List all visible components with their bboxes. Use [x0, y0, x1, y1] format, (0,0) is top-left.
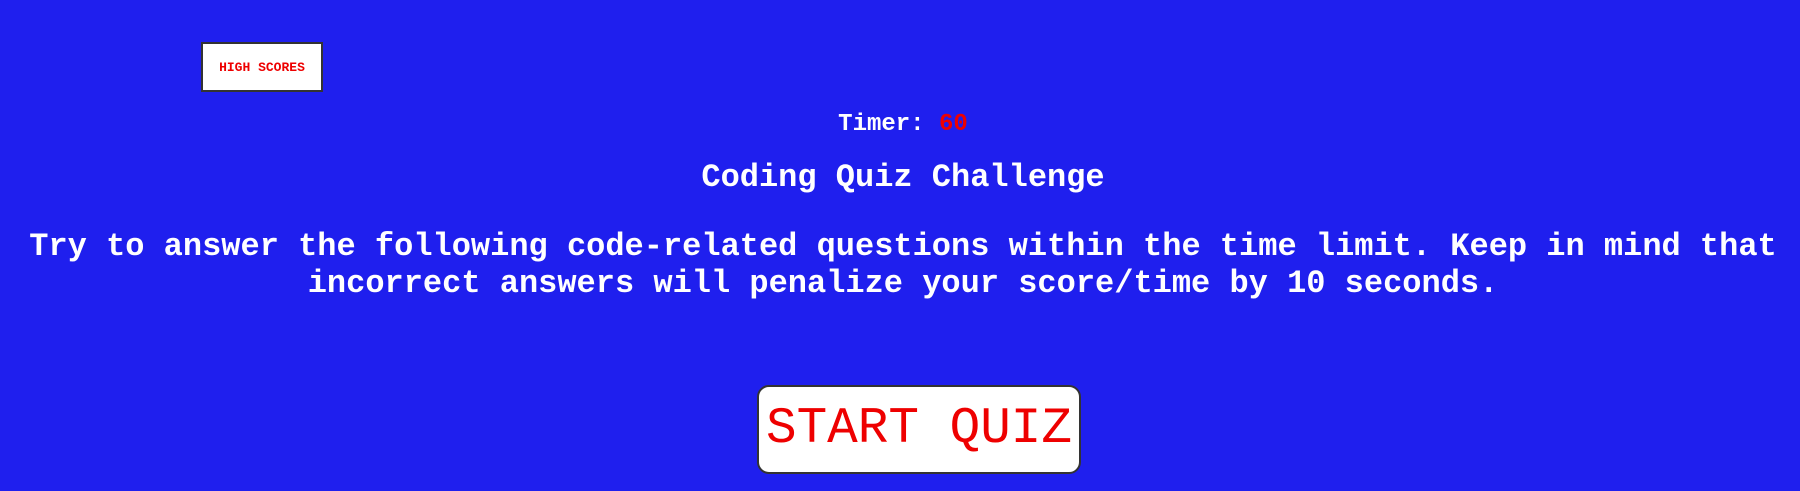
high-scores-button[interactable]: HIGH SCORES	[201, 42, 323, 92]
timer-value: 60	[939, 111, 968, 138]
page-title: Coding Quiz Challenge	[701, 159, 1105, 196]
quiz-description: Try to answer the following code-related…	[29, 228, 1777, 302]
timer: Timer: 60	[0, 110, 1800, 140]
start-quiz-button[interactable]: START QUIZ	[757, 385, 1081, 474]
timer-label: Timer:	[838, 111, 925, 138]
